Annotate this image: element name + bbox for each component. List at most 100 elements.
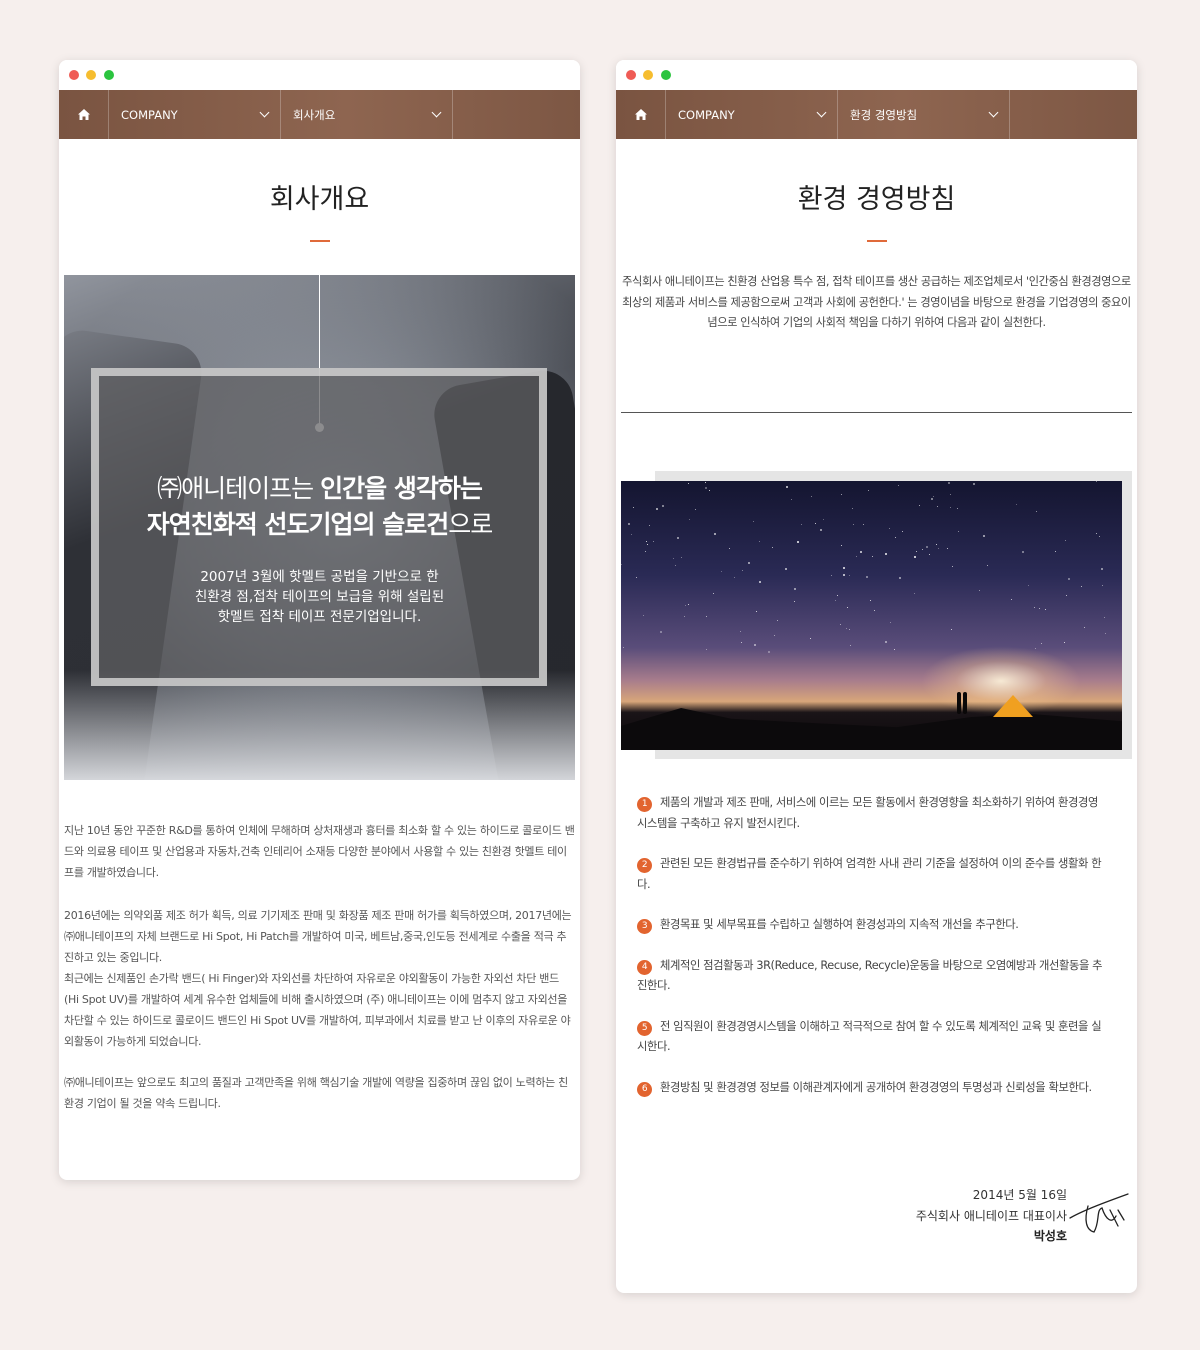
policy-item: 6 환경방침 및 환경경영 정보를 이해관계자에게 공개하여 환경경영의 투명성과… (637, 1078, 1107, 1099)
star (1036, 511, 1038, 513)
star (1041, 643, 1043, 645)
star (846, 606, 848, 608)
star (898, 485, 900, 487)
star (937, 505, 939, 507)
star (1011, 598, 1013, 600)
close-dot[interactable] (626, 70, 636, 80)
star (793, 588, 796, 591)
star (815, 523, 817, 525)
policy-text: 체계적인 점검활동과 3R(Reduce, Recuse, Recycle)운동… (637, 958, 1103, 993)
ceo-name: 박성호 (1033, 1229, 1067, 1243)
headline-part: ㈜애니테이프는 (157, 474, 321, 503)
star (681, 556, 683, 558)
policy-date: 2014년 5월 16일 (972, 1188, 1067, 1202)
overview-menu-dropdown[interactable]: 회사개요 (281, 90, 453, 139)
star (983, 535, 986, 538)
chevron-down-icon (816, 107, 827, 118)
hero-subtext: 2007년 3월에 핫멜트 공법을 기반으로 한 친환경 점,접착 테이프의 보… (64, 567, 575, 627)
star (845, 627, 847, 629)
number-badge: 6 (637, 1081, 652, 1097)
star (684, 604, 686, 606)
star (721, 570, 723, 572)
hero-banner: ㈜애니테이프는 인간을 생각하는 자연친화적 선도기업의 슬로건으로 2007년… (64, 275, 575, 780)
star (949, 494, 951, 496)
policy-menu-label: 환경 경영방침 (850, 107, 918, 122)
star (1084, 627, 1086, 629)
star (656, 508, 659, 511)
minimize-dot[interactable] (86, 70, 96, 80)
star (819, 529, 822, 532)
star (1045, 608, 1047, 610)
star (956, 507, 958, 509)
number-badge: 1 (637, 797, 652, 812)
headline-part: 으로 (448, 510, 493, 539)
star (728, 547, 730, 549)
star (1038, 608, 1040, 610)
company-menu-dropdown[interactable]: COMPANY (666, 90, 838, 139)
star (759, 540, 761, 542)
overview-paragraph-2a: 2016년에는 의약외품 제조 허가 획득, 의료 기기제조 판매 및 화장품 … (64, 909, 572, 964)
person-silhouette (957, 692, 961, 714)
home-button[interactable] (616, 90, 666, 139)
policy-item: 5전 임직원이 환경경영시스템을 이해하고 적극적으로 참여 할 수 있도록 체… (637, 1017, 1107, 1058)
maximize-dot[interactable] (104, 70, 114, 80)
star (1022, 551, 1025, 554)
chevron-down-icon (988, 107, 999, 118)
star (872, 556, 874, 558)
star (621, 563, 623, 565)
home-button[interactable] (59, 90, 109, 139)
star (1095, 481, 1097, 483)
hero-headline: ㈜애니테이프는 인간을 생각하는 자연친화적 선도기업의 슬로건으로 (64, 471, 575, 543)
star (849, 575, 851, 577)
star (837, 594, 839, 596)
sub-navbar: COMPANY 회사개요 (59, 90, 580, 139)
company-menu-dropdown[interactable]: COMPANY (109, 90, 281, 139)
policy-menu-dropdown[interactable]: 환경 경영방침 (838, 90, 1010, 139)
home-icon (77, 109, 90, 120)
policy-text: 관련된 모든 환경법규를 준수하기 위하여 엄격한 사내 관리 기준을 설정하여… (637, 857, 1102, 891)
star (915, 550, 917, 552)
star (773, 635, 775, 637)
star (642, 614, 644, 616)
star (622, 647, 624, 649)
star (777, 619, 779, 621)
star (823, 518, 825, 520)
star (661, 505, 664, 508)
star (889, 528, 891, 530)
window-chrome (616, 60, 1137, 90)
title-underline (866, 240, 887, 242)
maximize-dot[interactable] (661, 70, 671, 80)
star (635, 576, 637, 578)
star (979, 589, 981, 591)
star (801, 523, 803, 525)
star (840, 623, 842, 625)
overview-paragraph-1: 지난 10년 동안 꾸준한 R&D를 통하여 인체에 무해하며 상처재생과 흉터… (64, 824, 575, 879)
close-dot[interactable] (69, 70, 79, 80)
star (742, 569, 744, 571)
star (704, 481, 706, 483)
star (855, 555, 857, 557)
star (714, 532, 717, 535)
headline-bold: 자연친화적 선도기업의 슬로건 (146, 510, 449, 539)
star (1095, 532, 1097, 534)
policy-text: 환경목표 및 세부목표를 수립하고 실행하여 환경성과의 지속적 개선을 추구한… (660, 918, 1019, 931)
star (889, 622, 891, 624)
sub-navbar: COMPANY 환경 경영방침 (616, 90, 1137, 139)
star (688, 604, 689, 606)
star (644, 551, 646, 553)
star (869, 600, 871, 602)
star (796, 540, 799, 543)
star (706, 616, 708, 618)
star (901, 531, 903, 533)
company-menu-label: COMPANY (121, 107, 178, 122)
star (1028, 585, 1030, 587)
star (659, 630, 662, 633)
policy-item: 1 제품의 개발과 제조 판매, 서비스에 이르는 모든 활동에서 환경영향을 최… (637, 793, 1107, 834)
policy-item: 4 체계적인 점검활동과 3R(Reduce, Recuse, Recycle)운… (637, 956, 1107, 997)
star (840, 545, 842, 547)
overview-paragraph-2b: 최근에는 신제품인 손가락 밴드( Hi Finger)와 자외선를 차단하여 … (64, 972, 571, 1048)
company-name: 주식회사 애니테이프 대표이사 (915, 1208, 1067, 1223)
number-badge: 5 (637, 1020, 652, 1036)
minimize-dot[interactable] (643, 70, 653, 80)
star (922, 549, 924, 551)
